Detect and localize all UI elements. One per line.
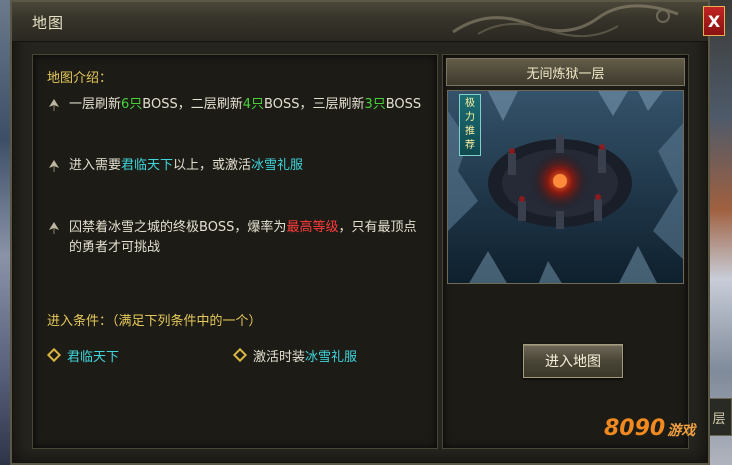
site-logo: 8090 游戏	[604, 416, 695, 441]
text: BOSS，三层刷新	[264, 97, 365, 112]
intro-title: 地图介绍：	[47, 71, 113, 86]
count-floor3: 3只	[364, 97, 386, 112]
arrow-bullet-icon	[49, 160, 59, 172]
recommended-badge: 极 力 推 荐	[459, 94, 481, 156]
title-bar[interactable]: 地图	[12, 2, 708, 42]
text: 进入需要	[69, 158, 122, 173]
condition-item: 君临天下	[46, 346, 120, 365]
count-floor1: 6只	[121, 97, 143, 112]
condition-label: 君临天下	[67, 350, 120, 365]
bullet-entry-requirement: 进入需要君临天下以上，或激活冰雪礼服	[47, 156, 427, 176]
window-title: 地图	[32, 14, 65, 32]
highlight-drop-rate: 最高等级	[286, 220, 339, 235]
badge-char: 推	[465, 126, 475, 137]
map-panel: 无间炼狱一层 极 力 推 荐 进入地图	[442, 54, 689, 449]
enter-map-button[interactable]: 进入地图	[523, 344, 623, 378]
text: 一层刷新	[69, 97, 122, 112]
badge-char: 力	[465, 112, 475, 123]
conditions-title: 进入条件：（满足下列条件中的一个）	[47, 314, 262, 329]
map-preview: 极 力 推 荐	[447, 90, 684, 284]
highlight-costume: 冰雪礼服	[251, 158, 304, 173]
info-panel: 地图介绍： 一层刷新6只BOSS，二层刷新4只BOSS，三层刷新3只BOSS 进…	[32, 54, 438, 449]
arrow-bullet-icon	[49, 99, 59, 111]
text: 以上，或激活	[173, 158, 252, 173]
diamond-bullet-icon	[46, 347, 62, 363]
map-preview-image	[448, 91, 683, 283]
bullet-boss-refresh: 一层刷新6只BOSS，二层刷新4只BOSS，三层刷新3只BOSS	[47, 95, 427, 115]
close-icon[interactable]: X	[703, 6, 725, 36]
badge-char: 荐	[465, 140, 475, 151]
text: BOSS	[385, 97, 422, 112]
dragon-ornament-icon	[452, 4, 679, 38]
map-window: 地图 地图介绍： 一层刷新6只BOSS，二层刷新4只BOSS，三层刷新3只BOS…	[10, 0, 710, 465]
condition-item: 激活时装冰雪礼服	[232, 346, 358, 365]
condition-prefix: 激活时装	[253, 350, 306, 365]
badge-char: 极	[465, 98, 475, 109]
arrow-bullet-icon	[49, 222, 59, 234]
diamond-bullet-icon	[232, 347, 248, 363]
map-name: 无间炼狱一层	[446, 58, 685, 86]
bullet-boss-description: 囚禁着冰雪之城的终极BOSS，爆率为最高等级，只有最顶点的勇者才可挑战	[47, 218, 427, 258]
count-floor2: 4只	[242, 97, 265, 112]
text: BOSS，二层刷新	[142, 97, 243, 112]
highlight-title-rank: 君临天下	[121, 158, 174, 173]
condition-highlight: 冰雪礼服	[305, 350, 358, 365]
logo-sub: 游戏	[667, 423, 696, 439]
logo-main: 8090	[604, 416, 666, 441]
text: 囚禁着冰雪之城的终极BOSS，爆率为	[69, 220, 287, 235]
